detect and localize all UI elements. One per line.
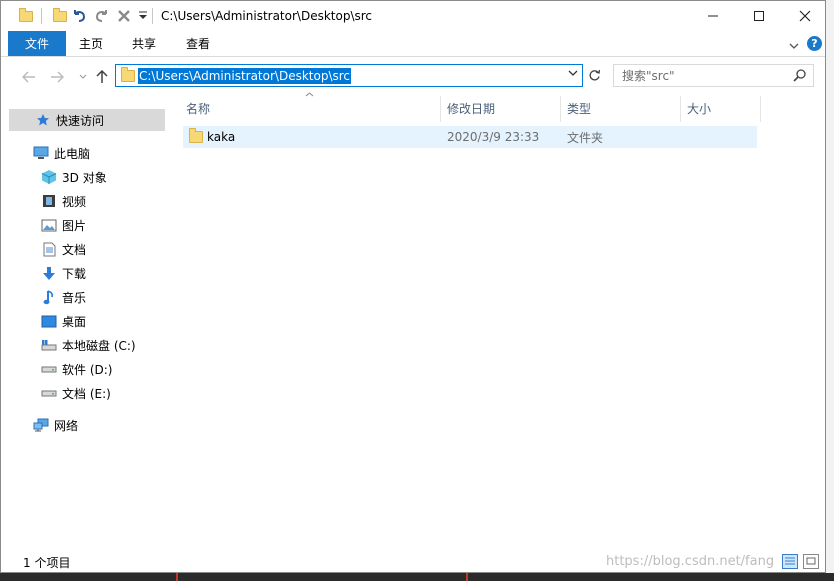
search-input[interactable] xyxy=(622,67,782,84)
file-date: 2020/3/9 23:33 xyxy=(447,130,540,144)
search-box[interactable] xyxy=(613,64,814,87)
nav-label: 音乐 xyxy=(62,290,87,305)
ribbon-tabs: 文件 主页 共享 查看 ? xyxy=(1,31,825,57)
divider xyxy=(152,7,153,25)
column-header-type[interactable]: 类型 xyxy=(567,96,591,120)
folder-icon xyxy=(19,7,33,25)
up-button[interactable] xyxy=(92,69,112,85)
tab-file[interactable]: 文件 xyxy=(8,31,66,56)
refresh-button[interactable] xyxy=(585,64,603,87)
large-icons-view-button[interactable] xyxy=(803,554,819,569)
nav-drive-e[interactable]: 文档 (E:) xyxy=(41,382,111,404)
background-marker xyxy=(466,573,468,581)
network-icon xyxy=(33,418,49,432)
desktop-icon xyxy=(41,314,57,328)
nav-drive-c[interactable]: 本地磁盘 (C:) xyxy=(41,334,136,356)
nav-label: 3D 对象 xyxy=(62,170,107,185)
nav-drive-d[interactable]: 软件 (D:) xyxy=(41,358,112,380)
details-view-button[interactable] xyxy=(782,554,798,569)
folder-icon xyxy=(189,126,203,148)
windows-drive-icon xyxy=(41,338,57,352)
nav-label: 软件 (D:) xyxy=(62,362,113,377)
cube-icon xyxy=(41,170,57,184)
nav-downloads[interactable]: 下载 xyxy=(41,262,86,284)
column-header-name[interactable]: 名称 xyxy=(186,96,210,120)
nav-label: 本地磁盘 (C:) xyxy=(62,338,136,353)
file-row[interactable]: kaka 2020/3/9 23:33 文件夹 xyxy=(183,126,757,148)
nav-label: 网络 xyxy=(54,418,79,433)
picture-icon xyxy=(41,218,57,232)
customize-toolbar-dropdown-icon[interactable] xyxy=(138,7,148,25)
nav-network[interactable]: 网络 xyxy=(33,414,78,436)
music-note-icon xyxy=(41,289,57,304)
folder-icon xyxy=(121,67,135,82)
divider xyxy=(41,7,42,25)
window-title: C:\Users\Administrator\Desktop\src xyxy=(161,9,373,23)
drive-icon xyxy=(41,362,57,376)
film-icon xyxy=(41,194,57,208)
nav-quick-access[interactable]: 快速访问 xyxy=(9,109,165,131)
star-icon xyxy=(35,113,51,127)
title-bar: C:\Users\Administrator\Desktop\src xyxy=(1,1,825,31)
address-bar[interactable]: C:\Users\Administrator\Desktop\src xyxy=(115,64,583,87)
redo-icon[interactable] xyxy=(94,7,110,25)
search-icon[interactable] xyxy=(793,68,807,82)
computer-icon xyxy=(33,146,49,160)
nav-3d-objects[interactable]: 3D 对象 xyxy=(41,166,107,188)
background-window-strip xyxy=(826,0,834,581)
document-icon xyxy=(41,242,57,256)
tab-share[interactable]: 共享 xyxy=(123,31,165,56)
column-header-size[interactable]: 大小 xyxy=(687,96,711,120)
recent-locations-dropdown[interactable] xyxy=(73,69,93,85)
help-icon[interactable]: ? xyxy=(807,36,822,51)
nav-desktop[interactable]: 桌面 xyxy=(41,310,86,332)
undo-icon[interactable] xyxy=(71,7,87,25)
back-button[interactable] xyxy=(19,69,39,85)
forward-button[interactable] xyxy=(47,69,67,85)
column-header-date[interactable]: 修改日期 xyxy=(447,96,495,120)
nav-label: 图片 xyxy=(62,218,87,233)
column-divider[interactable] xyxy=(560,96,561,122)
nav-label: 文档 xyxy=(62,242,87,257)
column-divider[interactable] xyxy=(760,96,761,122)
tab-view[interactable]: 查看 xyxy=(177,31,219,56)
watermark-text: https://blog.csdn.net/fang xyxy=(606,554,775,569)
nav-label: 桌面 xyxy=(62,314,87,329)
maximize-button[interactable] xyxy=(736,1,782,31)
nav-music[interactable]: 音乐 xyxy=(41,286,86,308)
drive-icon xyxy=(41,386,57,400)
nav-this-pc[interactable]: 此电脑 xyxy=(33,142,90,164)
nav-label: 视频 xyxy=(62,194,87,209)
tab-home[interactable]: 主页 xyxy=(71,31,111,56)
nav-label: 文档 (E:) xyxy=(62,386,111,401)
nav-label: 下载 xyxy=(62,266,87,281)
chevron-down-icon[interactable] xyxy=(568,69,578,80)
address-path[interactable]: C:\Users\Administrator\Desktop\src xyxy=(138,68,352,84)
expand-ribbon-icon[interactable] xyxy=(789,39,799,53)
background-taskbar-strip xyxy=(0,573,834,581)
properties-icon[interactable] xyxy=(53,7,67,25)
sort-ascending-icon xyxy=(305,90,314,100)
nav-videos[interactable]: 视频 xyxy=(41,190,86,212)
delete-icon[interactable] xyxy=(117,7,131,25)
minimize-button[interactable] xyxy=(690,1,736,31)
background-marker xyxy=(176,573,178,581)
nav-documents[interactable]: 文档 xyxy=(41,238,86,260)
close-button[interactable] xyxy=(782,1,828,31)
column-divider[interactable] xyxy=(440,96,441,122)
explorer-window: C:\Users\Administrator\Desktop\src 文件 主页… xyxy=(0,0,826,573)
nav-label: 此电脑 xyxy=(54,146,91,161)
download-icon xyxy=(41,266,57,280)
status-item-count: 1 个项目 xyxy=(23,556,71,570)
file-type: 文件夹 xyxy=(567,130,604,145)
column-divider[interactable] xyxy=(680,96,681,122)
nav-label: 快速访问 xyxy=(56,113,105,128)
file-name: kaka xyxy=(207,130,236,144)
nav-pictures[interactable]: 图片 xyxy=(41,214,86,236)
